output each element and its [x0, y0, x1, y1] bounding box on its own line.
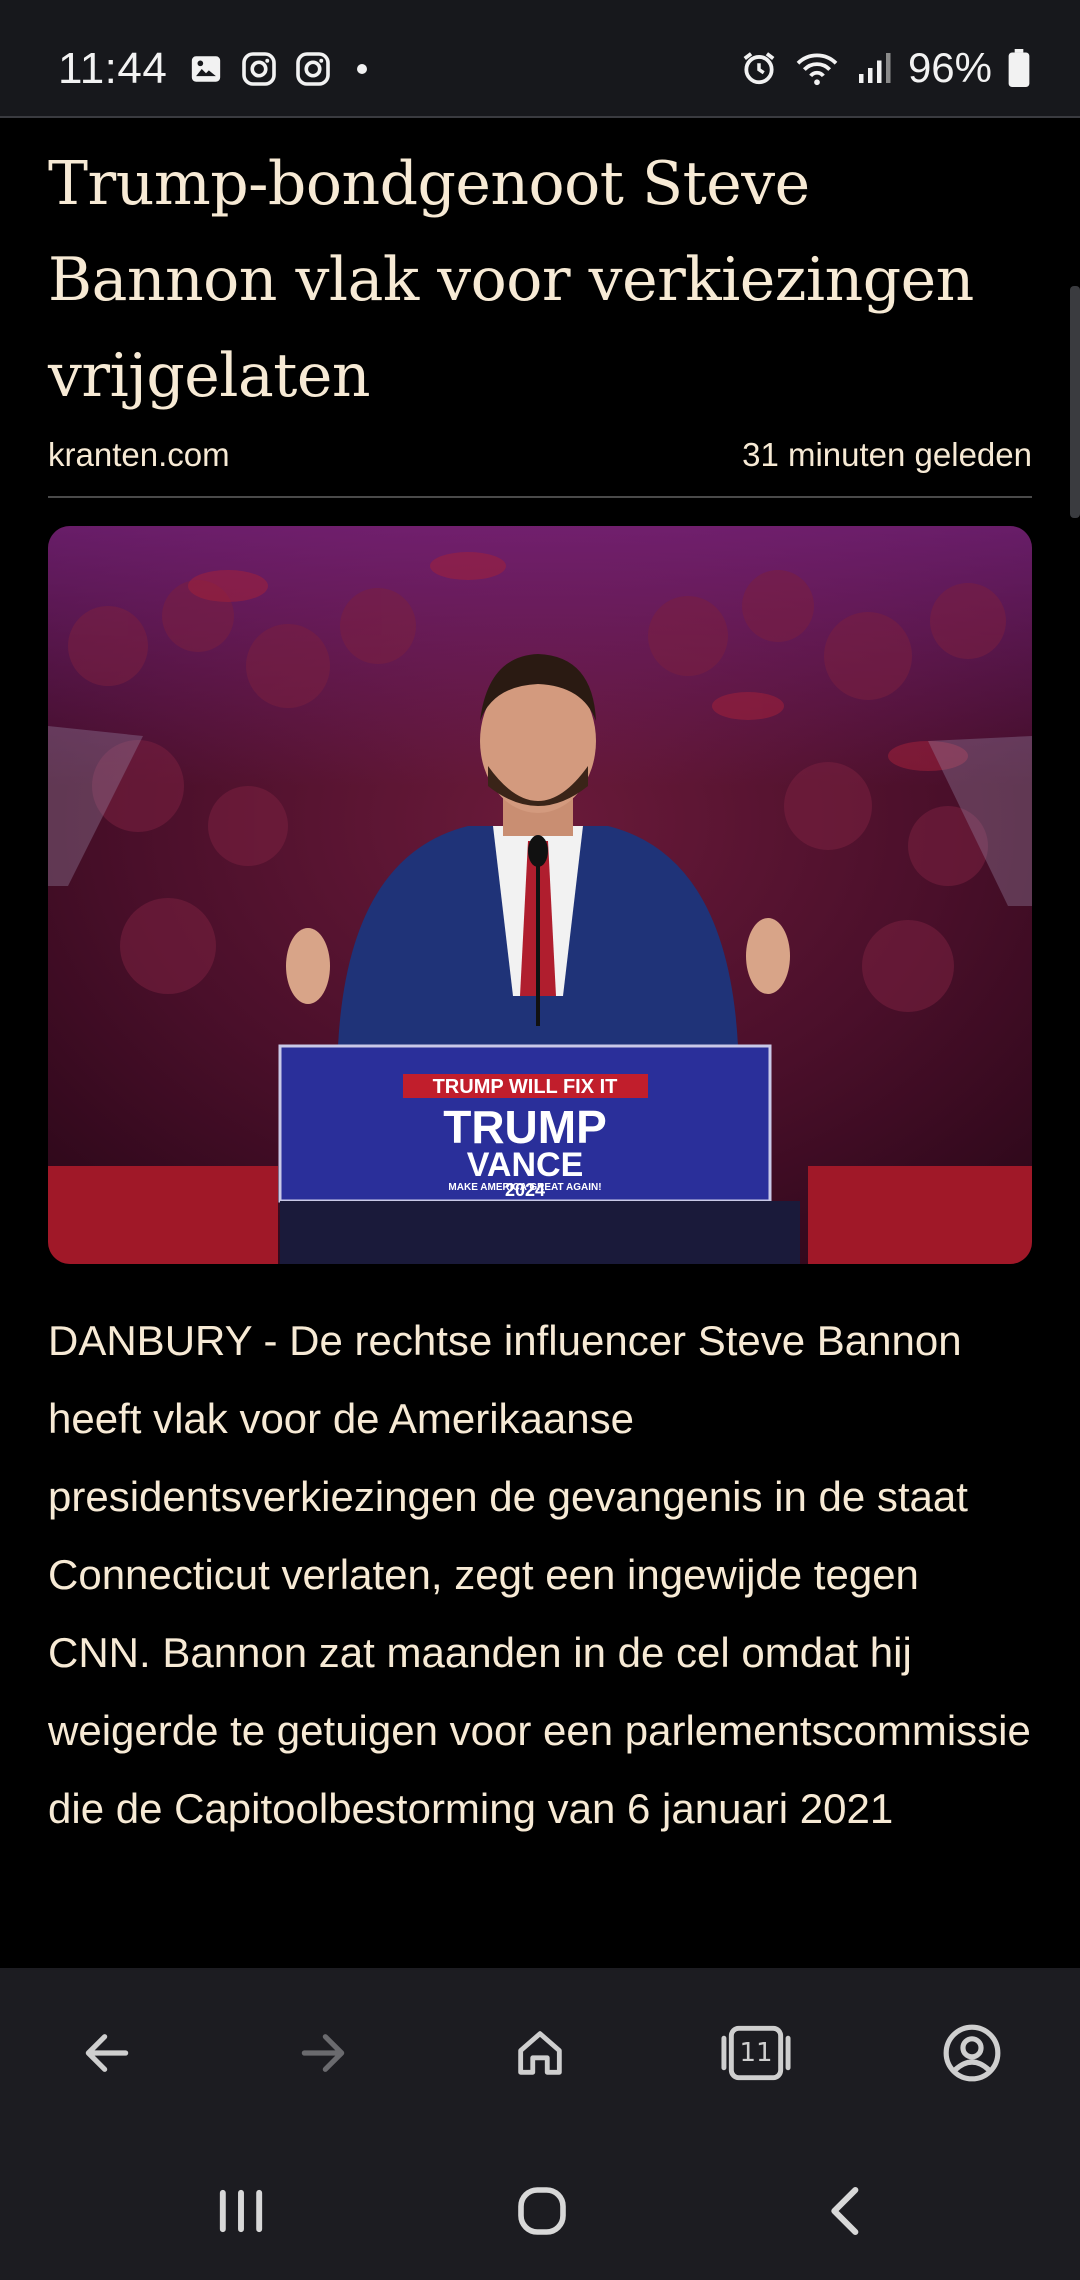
tab-count: 11	[739, 2038, 773, 2068]
signal-icon	[856, 50, 892, 86]
home-icon	[518, 2031, 562, 2075]
forward-icon	[301, 2034, 345, 2072]
back-nav-icon	[831, 2186, 859, 2236]
status-time: 11:44	[58, 44, 168, 93]
battery-percentage: 96%	[907, 44, 992, 91]
article-meta: kranten.com 31 minuten geleden	[48, 436, 1032, 498]
system-navigation-bar	[0, 2138, 1080, 2280]
article-photo[interactable]: TRUMP WILL FIX IT TRUMP VANCE MAKE AMERI…	[48, 526, 1032, 1264]
recents-icon	[219, 2189, 263, 2233]
instagram-icon	[295, 51, 331, 87]
sign-slogan: TRUMP WILL FIX IT	[433, 1076, 618, 1098]
forward-button[interactable]	[278, 2008, 368, 2098]
article: Trump-bondgenoot Steve Bannon vlak voor …	[48, 116, 1032, 1848]
status-bar: 11:44 96%	[0, 0, 1080, 118]
sign-year: 2024	[505, 1180, 545, 1200]
battery-icon	[1008, 49, 1030, 87]
instagram-icon	[241, 51, 277, 87]
scrollbar[interactable]	[1070, 286, 1080, 518]
home-button[interactable]	[495, 2008, 585, 2098]
gallery-icon	[189, 52, 223, 86]
back-icon	[85, 2034, 129, 2072]
notification-dot-icon	[357, 64, 368, 74]
back-button[interactable]	[62, 2008, 152, 2098]
article-headline: Trump-bondgenoot Steve Bannon vlak voor …	[48, 149, 974, 411]
alarm-icon	[740, 49, 778, 87]
recents-button[interactable]	[191, 2166, 291, 2256]
wifi-icon	[794, 49, 840, 87]
back-nav-button[interactable]	[796, 2166, 896, 2256]
sign-vance: VANCE	[467, 1146, 584, 1184]
home-nav-icon	[518, 2187, 566, 2235]
article-time: 31 minuten geleden	[742, 436, 1032, 473]
home-nav-button[interactable]	[492, 2166, 592, 2256]
account-button[interactable]	[927, 2008, 1017, 2098]
account-icon	[943, 2024, 1001, 2082]
browser-toolbar: 11	[0, 1968, 1080, 2138]
article-source[interactable]: kranten.com	[48, 436, 230, 474]
article-body: DANBURY - De rechtse influencer Steve Ba…	[48, 1317, 1031, 1832]
tabs-button[interactable]: 11	[711, 2008, 801, 2098]
